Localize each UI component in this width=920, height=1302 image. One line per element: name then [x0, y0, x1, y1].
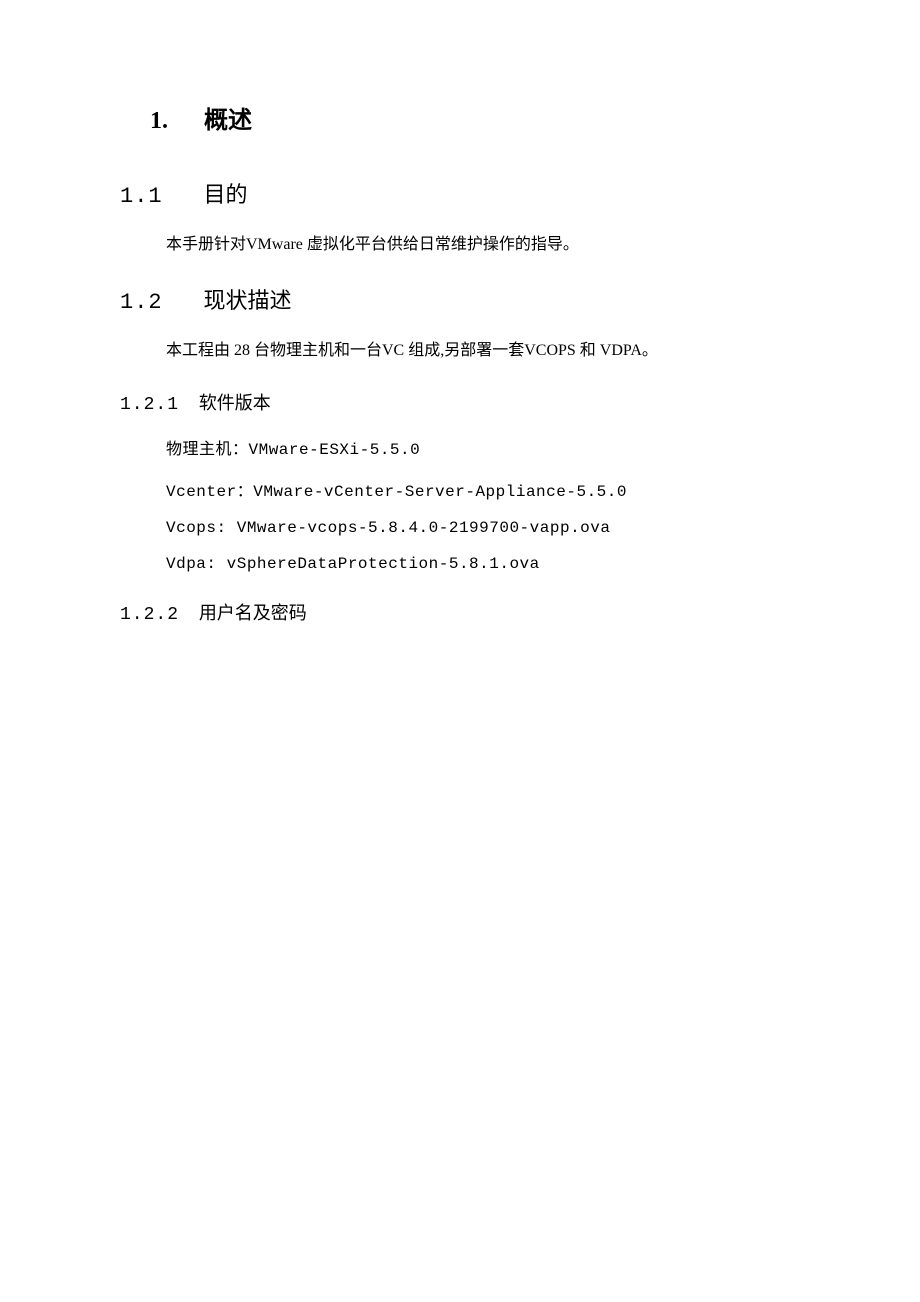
- list-item: 物理主机：VMware-ESXi-5.5.0: [166, 435, 800, 459]
- heading-2-number: 1.2: [120, 290, 198, 315]
- paragraph-status: 本工程由 28 台物理主机和一台VC 组成,另部署一套VCOPS 和 VDPA。: [166, 339, 800, 363]
- list-item: Vdpa: vSphereDataProtection-5.8.1.ova: [166, 555, 800, 573]
- heading-3-software: 1.2.1 软件版本: [120, 389, 800, 415]
- paragraph-purpose: 本手册针对VMware 虚拟化平台供给日常维护操作的指导。: [166, 233, 800, 257]
- heading-3-number: 1.2.2: [120, 605, 188, 625]
- heading-3-title: 软件版本: [199, 395, 271, 415]
- heading-2-purpose: 1.1 目的: [120, 177, 800, 209]
- heading-3-credentials: 1.2.2 用户名及密码: [120, 599, 800, 625]
- section-1-2: 1.2 现状描述 本工程由 28 台物理主机和一台VC 组成,另部署一套VCOP…: [120, 283, 800, 625]
- list-item: Vcenter：VMware-vCenter-Server-Appliance-…: [166, 477, 800, 501]
- heading-1-title: 概述: [204, 108, 252, 134]
- list-item: Vcops: VMware-vcops-5.8.4.0-2199700-vapp…: [166, 519, 800, 537]
- section-1-1: 1.1 目的 本手册针对VMware 虚拟化平台供给日常维护操作的指导。: [120, 177, 800, 257]
- heading-1-number: 1.: [150, 108, 198, 135]
- heading-2-title: 现状描述: [204, 288, 292, 313]
- document-page: 1. 概述 1.1 目的 本手册针对VMware 虚拟化平台供给日常维护操作的指…: [0, 0, 920, 1302]
- heading-3-title: 用户名及密码: [199, 605, 307, 625]
- heading-2-status: 1.2 现状描述: [120, 283, 800, 315]
- heading-2-number: 1.1: [120, 184, 198, 209]
- heading-1-overview: 1. 概述: [150, 100, 800, 135]
- heading-3-number: 1.2.1: [120, 395, 188, 415]
- heading-2-title: 目的: [204, 182, 248, 207]
